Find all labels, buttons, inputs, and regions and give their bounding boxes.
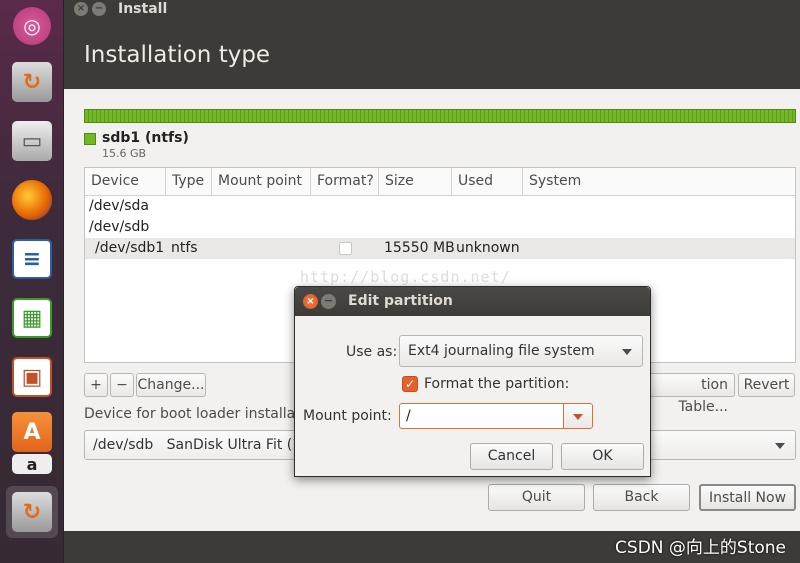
- files-icon[interactable]: ▭: [6, 115, 58, 167]
- table-row[interactable]: /dev/sdb: [85, 217, 795, 238]
- chevron-down-icon: [775, 443, 785, 449]
- install-now-button[interactable]: Install Now: [699, 484, 796, 511]
- cell-device: /dev/sda: [89, 198, 149, 214]
- minimize-icon[interactable]: −: [92, 2, 106, 16]
- partition-usage-bar: [84, 109, 796, 123]
- impress-icon[interactable]: ▣: [6, 351, 58, 403]
- ubuntu-logo-icon[interactable]: ◎: [6, 0, 58, 52]
- watermark-url: http://blog.csdn.net/: [300, 268, 511, 286]
- bootloader-value: /dev/sdb SanDisk Ultra Fit (1: [93, 437, 302, 453]
- installer-active-icon[interactable]: ↻: [6, 486, 58, 538]
- format-checkbox[interactable]: [339, 242, 352, 255]
- cancel-button[interactable]: Cancel: [470, 443, 553, 470]
- col-mount-point[interactable]: Mount point: [212, 168, 311, 196]
- page-header: Installation type: [64, 20, 800, 89]
- cell-device: /dev/sdb: [89, 219, 150, 235]
- partition-name: sdb1 (ntfs): [102, 130, 189, 146]
- use-as-value: Ext4 journaling file system: [408, 343, 595, 359]
- calc-icon[interactable]: ▦: [6, 292, 58, 344]
- edit-partition-dialog: × − Edit partition Use as: Ext4 journali…: [294, 286, 651, 477]
- software-center-icon[interactable]: A: [6, 410, 58, 454]
- col-type[interactable]: Type: [166, 168, 212, 196]
- firefox-icon[interactable]: [6, 174, 58, 226]
- col-device[interactable]: Device: [85, 168, 166, 196]
- new-partition-table-button[interactable]: tion Table...: [650, 373, 735, 415]
- format-partition-checkbox[interactable]: ✓: [402, 376, 418, 392]
- page-title: Installation type: [84, 42, 271, 68]
- partition-color-swatch: [84, 133, 96, 145]
- chevron-down-icon: [573, 414, 583, 420]
- format-partition-label: Format the partition:: [424, 376, 570, 392]
- col-size[interactable]: Size: [379, 168, 452, 196]
- close-icon[interactable]: ×: [74, 2, 88, 16]
- cell-type: ntfs: [171, 240, 198, 256]
- table-row[interactable]: /dev/sda: [85, 196, 795, 217]
- remove-partition-button[interactable]: −: [110, 373, 134, 397]
- cell-size: 15550 MB: [384, 240, 455, 256]
- dialog-title: Edit partition: [348, 293, 453, 309]
- dialog-titlebar: × − Edit partition: [295, 287, 650, 316]
- back-button[interactable]: Back: [593, 484, 690, 511]
- col-used[interactable]: Used: [452, 168, 523, 196]
- cell-device: /dev/sdb1: [95, 240, 165, 256]
- col-format[interactable]: Format?: [311, 168, 379, 196]
- change-partition-button[interactable]: Change...: [136, 373, 206, 397]
- launcher: ◎ ↻ ▭ ≡ ▦ ▣ A a ↻: [0, 0, 64, 563]
- chevron-down-icon: [622, 349, 632, 355]
- dialog-close-icon[interactable]: ×: [303, 294, 318, 309]
- revert-button[interactable]: Revert: [738, 373, 795, 397]
- cell-used: unknown: [456, 240, 520, 256]
- mount-point-label: Mount point:: [303, 408, 392, 424]
- table-header: Device Type Mount point Format? Size Use…: [85, 168, 795, 196]
- window-title: Install: [118, 1, 168, 17]
- bootloader-label: Device for boot loader installat: [84, 406, 301, 422]
- col-system[interactable]: System: [523, 168, 795, 196]
- quit-button[interactable]: Quit: [488, 484, 585, 511]
- window-titlebar: × − Install: [64, 0, 800, 20]
- installer-icon[interactable]: ↻: [6, 56, 58, 108]
- amazon-icon[interactable]: a: [6, 452, 58, 476]
- writer-icon[interactable]: ≡: [6, 233, 58, 285]
- ok-button[interactable]: OK: [561, 443, 644, 470]
- mount-point-input[interactable]: /: [399, 403, 564, 429]
- watermark-credit: CSDN @向上的Stone: [615, 538, 786, 558]
- mount-point-dropdown-button[interactable]: [563, 403, 593, 429]
- add-partition-button[interactable]: +: [84, 373, 108, 397]
- use-as-select[interactable]: Ext4 journaling file system: [399, 335, 643, 367]
- use-as-label: Use as:: [346, 344, 398, 360]
- table-row-selected[interactable]: /dev/sdb1 ntfs 15550 MB unknown: [85, 238, 795, 259]
- partition-size: 15.6 GB: [102, 147, 147, 160]
- dialog-minimize-icon[interactable]: −: [321, 294, 336, 309]
